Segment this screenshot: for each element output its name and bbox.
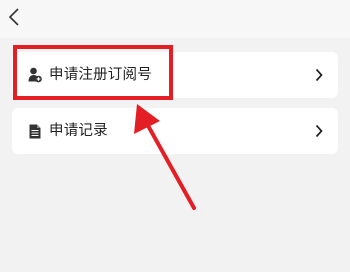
- menu-item-register-subscription[interactable]: 申请注册订阅号: [12, 52, 338, 98]
- back-button[interactable]: [2, 4, 26, 30]
- top-nav-bar: [0, 0, 350, 38]
- menu-item-application-records[interactable]: 申请记录: [12, 108, 338, 154]
- menu-item-label: 申请注册订阅号: [49, 67, 152, 83]
- chevron-right-icon: [314, 68, 324, 82]
- menu-item-label: 申请记录: [49, 123, 108, 139]
- user-add-icon: [28, 67, 42, 83]
- document-icon: [28, 123, 42, 139]
- chevron-left-icon: [8, 8, 19, 26]
- chevron-right-icon: [314, 124, 324, 138]
